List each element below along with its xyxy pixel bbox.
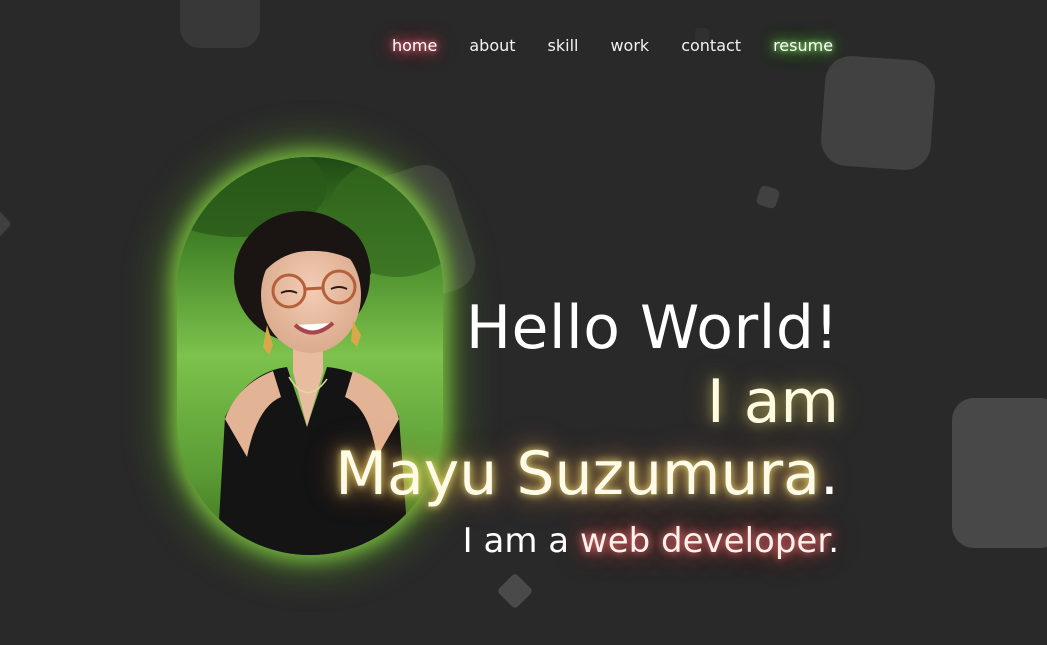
hero-i-am: I am (707, 367, 839, 437)
nav-work-link[interactable]: work (610, 36, 649, 55)
nav-resume-link[interactable]: resume (773, 36, 833, 55)
hero-role-line: I am a web developer. (335, 524, 839, 558)
decorative-square (819, 54, 937, 172)
decorative-square (755, 184, 781, 210)
nav-home-link[interactable]: home (392, 36, 437, 55)
decorative-square (0, 209, 13, 239)
page: home about skill work contact resume Hel… (0, 0, 1047, 645)
main-nav: home about skill work contact resume (392, 36, 833, 55)
nav-about-link[interactable]: about (469, 36, 515, 55)
hero-name: Mayu Suzumura (335, 439, 820, 509)
decorative-square (496, 572, 534, 610)
hero-text: Hello World! I am Mayu Suzumura. I am a … (335, 298, 839, 558)
hero-role-prefix: I am a (462, 521, 580, 561)
decorative-square (952, 398, 1047, 548)
decorative-square (180, 0, 260, 48)
hero-name-period: . (819, 439, 839, 509)
hero-role-period: . (828, 521, 839, 561)
hero-name-line: Mayu Suzumura. (335, 444, 839, 504)
hero-role: web developer (579, 521, 829, 561)
nav-contact-link[interactable]: contact (681, 36, 741, 55)
hero-greeting: Hello World! (465, 293, 839, 363)
nav-skill-link[interactable]: skill (548, 36, 579, 55)
